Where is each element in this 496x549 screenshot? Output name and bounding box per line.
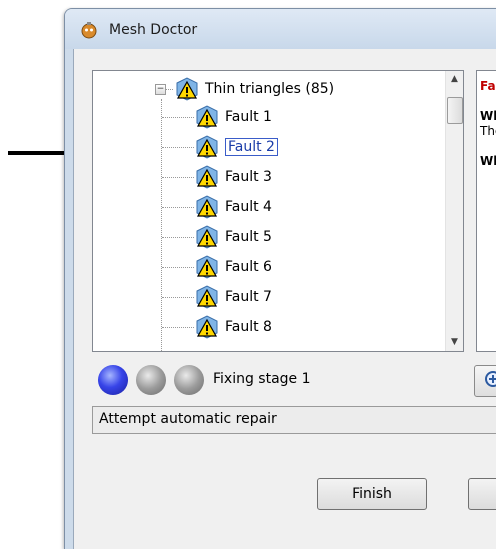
tree-item-fault[interactable]: Fault 6 — [195, 253, 272, 281]
tree-connector-line — [162, 207, 194, 208]
info-what-text: The — [480, 124, 496, 138]
fault-warning-icon — [196, 315, 218, 339]
dialog-body: − Thin triangles (85) Fault 1 Fault 2 Faul… — [73, 49, 496, 549]
tree-connector-line — [162, 117, 194, 118]
tree-connector-line — [162, 267, 194, 268]
fault-tree[interactable]: − Thin triangles (85) Fault 1 Fault 2 Faul… — [92, 70, 464, 352]
fault-warning-icon — [196, 105, 218, 129]
fault-warning-icon — [196, 285, 218, 309]
tree-connector-line — [162, 147, 194, 148]
fault-warning-icon — [196, 225, 218, 249]
info-what-heading: Wh — [480, 109, 496, 123]
tree-connector-line — [162, 327, 194, 328]
window-title: Mesh Doctor — [109, 22, 198, 38]
stage-label: Fixing stage 1 — [213, 371, 311, 387]
repair-option-field[interactable]: Attempt automatic repair — [92, 406, 496, 434]
tree-item-label: Fault 2 — [225, 138, 278, 156]
stage-light-1 — [98, 365, 128, 395]
info-heading: Fau — [480, 79, 496, 93]
collapse-toggle[interactable]: − — [155, 84, 166, 95]
fault-warning-icon — [196, 165, 218, 189]
fault-warning-icon — [196, 135, 218, 159]
tree-connector-line — [162, 177, 194, 178]
tree-item-label: Fault 3 — [225, 169, 272, 185]
tree-connector-line — [161, 99, 162, 351]
tree-item-fault[interactable]: Fault 2 — [195, 133, 278, 161]
magnify-plus-icon — [485, 371, 496, 387]
tree-item-fault[interactable]: Fault 7 — [195, 283, 272, 311]
tree-connector-line — [162, 297, 194, 298]
info-why-heading: Wh — [480, 154, 496, 168]
tree-group-thin-triangles[interactable]: Thin triangles (85) — [175, 75, 334, 103]
fault-warning-icon — [196, 195, 218, 219]
stage-light-2 — [136, 365, 166, 395]
scroll-down-button[interactable]: ▼ — [446, 334, 463, 351]
scroll-up-button[interactable]: ▲ — [446, 71, 463, 88]
tree-item-label: Fault 1 — [225, 109, 272, 125]
tree-item-label: Fault 5 — [225, 229, 272, 245]
tree-item-label: Fault 8 — [225, 319, 272, 335]
title-bar: Mesh Doctor — [65, 9, 496, 49]
tree-item-fault[interactable]: Fault 4 — [195, 193, 272, 221]
secondary-button[interactable] — [468, 478, 496, 510]
finish-button[interactable]: Finish — [317, 478, 427, 510]
tree-item-fault[interactable]: Fault 8 — [195, 313, 272, 341]
scroll-thumb[interactable] — [447, 97, 463, 124]
tree-item-label: Fault 6 — [225, 259, 272, 275]
tree-item-fault[interactable]: Fault 3 — [195, 163, 272, 191]
tree-item-label: Fault 7 — [225, 289, 272, 305]
tree-item-fault[interactable]: Fault 1 — [195, 103, 272, 131]
tree-item-label: Fault 4 — [225, 199, 272, 215]
stage-light-3 — [174, 365, 204, 395]
repair-option-value: Attempt automatic repair — [99, 411, 277, 427]
mesh-doctor-window: Mesh Doctor − Thin triangles (85) Fault … — [64, 8, 496, 549]
tree-connector-line — [162, 237, 194, 238]
tree-item-fault[interactable]: Fault 5 — [195, 223, 272, 251]
fault-info-panel: Fau Wh The Wh 1 2 — [476, 70, 496, 352]
fault-warning-icon — [196, 255, 218, 279]
mesh-doctor-app-icon — [81, 22, 97, 39]
tree-group-label: Thin triangles (85) — [205, 81, 335, 97]
tree-scrollbar[interactable]: ▲ ▼ — [445, 71, 463, 351]
thin-triangles-warning-icon — [176, 77, 198, 101]
zoom-to-fault-button[interactable] — [474, 365, 496, 397]
